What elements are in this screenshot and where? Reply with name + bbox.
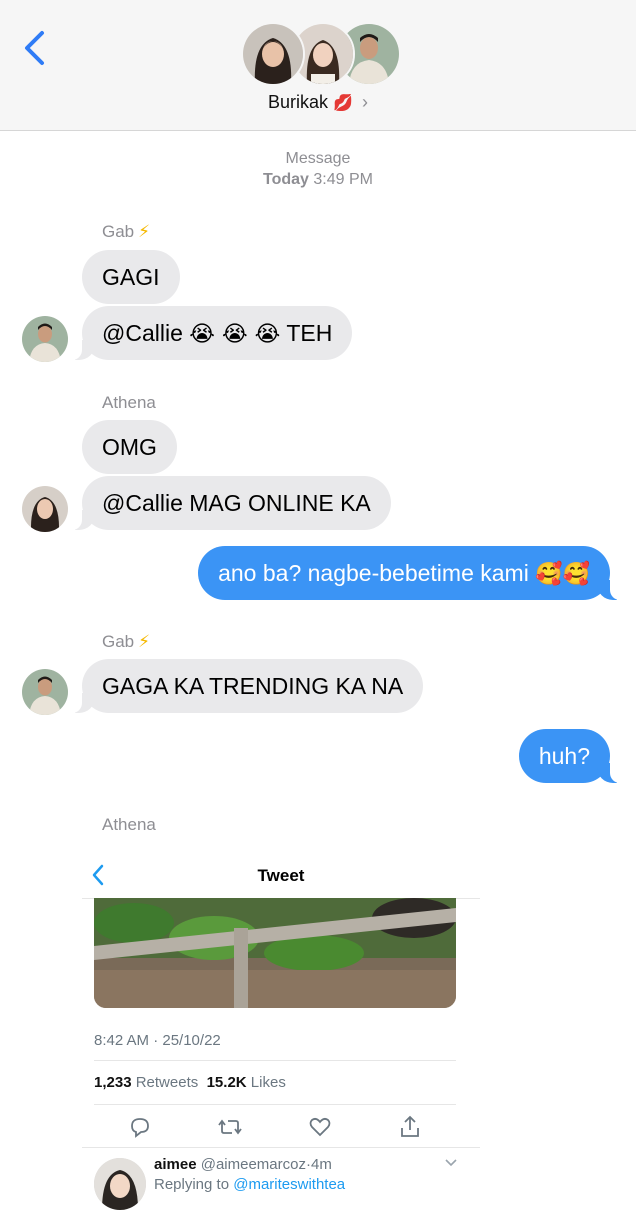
sender-name: Gab ⚡: [102, 632, 150, 652]
reply-handle: @aimeemarcoz: [200, 1156, 306, 1173]
group-avatars[interactable]: [241, 22, 401, 86]
message-bubble[interactable]: OMG: [82, 420, 177, 474]
avatar: [94, 1158, 146, 1210]
tweet-photo: [94, 898, 456, 1008]
crying-emoji: 😭 😭 😭: [189, 322, 281, 347]
retweets-label: Retweets: [135, 1074, 199, 1091]
message-bubble[interactable]: @Callie MAG ONLINE KA: [72, 476, 391, 530]
likes-label: Likes: [250, 1074, 286, 1091]
avatar: [241, 22, 305, 86]
message-text: @Callie: [102, 320, 183, 346]
timestamp: Today 3:49 PM: [0, 171, 636, 189]
reply-icon: [131, 1118, 149, 1138]
tweet-datetime: 8:42 AM · 25/10/22: [94, 1032, 221, 1049]
message-bubble[interactable]: GAGI: [82, 250, 180, 304]
tweet-actions: [94, 1110, 456, 1146]
sender-label: Athena: [102, 815, 156, 834]
reply-author: aimee @aimeemarcoz·4m: [154, 1156, 332, 1173]
divider: [82, 1147, 480, 1148]
group-title[interactable]: Burikak 💋 ›: [0, 92, 636, 113]
message-bubble-outgoing[interactable]: ano ba? nagbe-bebetime kami 🥰🥰: [198, 546, 620, 600]
message-text: TEH: [286, 320, 333, 346]
reply-age: 4m: [310, 1156, 332, 1173]
message-bubble-outgoing[interactable]: huh?: [518, 729, 621, 783]
retweet-icon: [218, 1119, 242, 1135]
sender-name: Gab ⚡: [102, 222, 150, 242]
sender-label: Gab: [102, 632, 135, 651]
message-text: huh?: [538, 743, 590, 769]
retweet-count: 1,233: [94, 1074, 132, 1091]
like-count: 15.2K: [206, 1074, 247, 1091]
message-text: GAGA KA TRENDING KA NA: [102, 673, 404, 699]
conversation-header: Burikak 💋 ›: [0, 0, 636, 131]
divider: [94, 1104, 456, 1105]
message-text: ano ba? nagbe-bebetime kami: [218, 560, 529, 586]
chevron-left-icon[interactable]: [20, 30, 50, 66]
message-bubble[interactable]: GAGA KA TRENDING KA NA: [71, 659, 424, 713]
tweet-title: Tweet: [257, 866, 305, 885]
divider: [94, 1060, 456, 1061]
kiss-emoji: 💋: [333, 93, 353, 112]
message-text: GAGI: [102, 264, 160, 290]
tweet-screenshot-image[interactable]: Tweet 8:42 AM · 25/10/22 1,233 Retweets …: [82, 852, 480, 1210]
sender-label: Athena: [102, 393, 156, 412]
reply-name: aimee: [154, 1156, 197, 1173]
share-icon: [401, 1115, 419, 1137]
lightning-emoji: ⚡: [138, 222, 151, 241]
avatar[interactable]: [22, 669, 68, 715]
tweet-header: Tweet: [82, 852, 480, 899]
heart-icon: [309, 1117, 331, 1137]
avatar[interactable]: [22, 316, 68, 362]
tweet-stats: 1,233 Retweets 15.2K Likes: [94, 1074, 286, 1091]
sender-name: Athena: [102, 815, 156, 835]
replying-label: Replying to: [154, 1176, 230, 1193]
chevron-down-icon: [445, 1159, 457, 1167]
smiling-hearts-emoji: 🥰🥰: [535, 562, 590, 587]
sender-name: Athena: [102, 393, 156, 413]
replying-to: Replying to @mariteswithtea: [154, 1176, 345, 1193]
group-name: Burikak: [268, 92, 329, 112]
replying-handle: @mariteswithtea: [233, 1176, 346, 1193]
chevron-right-icon: ›: [361, 92, 368, 112]
avatar[interactable]: [22, 486, 68, 532]
message-text: @Callie MAG ONLINE KA: [102, 490, 371, 516]
lightning-emoji: ⚡: [138, 632, 151, 651]
timestamp-label: Message: [285, 150, 351, 167]
message-bubble[interactable]: @Callie 😭 😭 😭 TEH: [71, 306, 353, 360]
timestamp-day: Today: [263, 171, 309, 188]
message-text: OMG: [102, 434, 157, 460]
timestamp-time: 3:49 PM: [313, 171, 373, 188]
sender-label: Gab: [102, 222, 135, 241]
